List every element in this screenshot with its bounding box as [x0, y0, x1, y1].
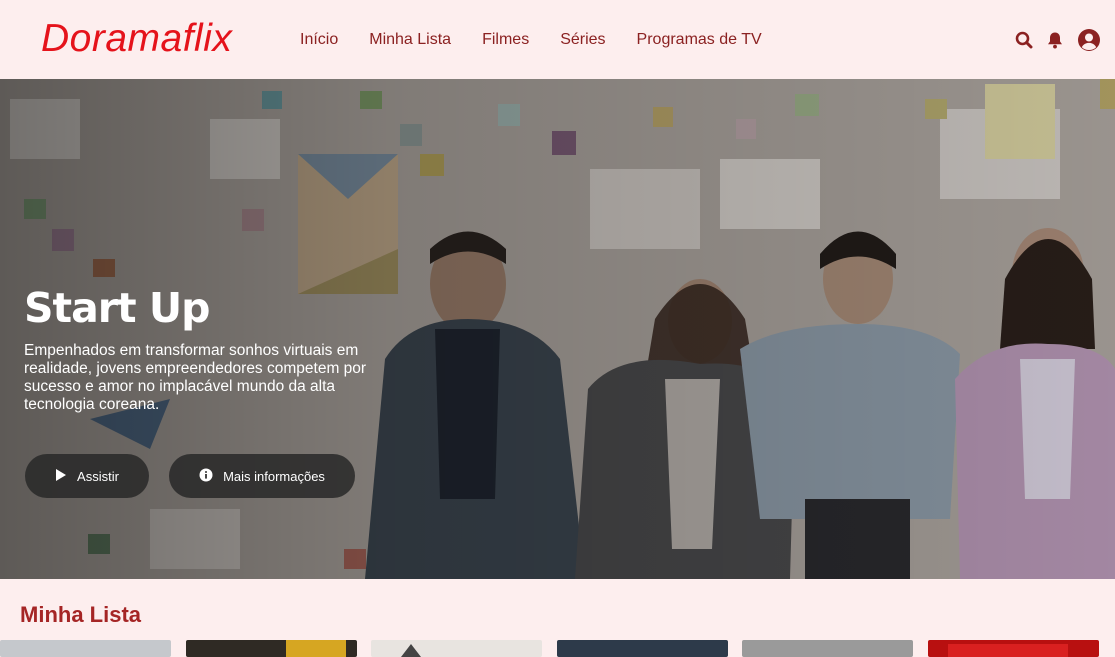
more-info-button[interactable]: Mais informações — [169, 454, 355, 498]
section-title-minha-lista: Minha Lista — [20, 602, 142, 627]
nav-inicio[interactable]: Início — [300, 30, 338, 50]
info-icon — [199, 468, 213, 485]
play-icon — [55, 468, 67, 485]
more-info-label: Mais informações — [223, 468, 325, 484]
hero-banner: Start Up Empenhados em transformar sonho… — [0, 79, 1115, 579]
hero-description: Empenhados em transformar sonhos virtuai… — [24, 342, 367, 413]
minha-lista-row — [0, 640, 1115, 657]
nav-programas-tv[interactable]: Programas de TV — [637, 30, 762, 50]
nav-filmes[interactable]: Filmes — [482, 30, 529, 50]
user-icon[interactable] — [1077, 28, 1101, 57]
main-nav: Início Minha Lista Filmes Séries Program… — [300, 30, 762, 50]
list-item[interactable] — [557, 640, 728, 657]
hero-title: Start Up — [24, 284, 211, 332]
logo[interactable]: Doramaflix — [41, 17, 232, 61]
header-icons — [1015, 28, 1101, 57]
nav-minha-lista[interactable]: Minha Lista — [369, 30, 451, 50]
list-item[interactable] — [742, 640, 913, 657]
list-item[interactable] — [928, 640, 1099, 657]
list-item[interactable] — [0, 640, 171, 657]
list-item[interactable] — [371, 640, 542, 657]
play-button[interactable]: Assistir — [25, 454, 149, 498]
play-button-label: Assistir — [77, 468, 119, 484]
list-item[interactable] — [186, 640, 357, 657]
bell-icon[interactable] — [1047, 31, 1063, 54]
header: Doramaflix Início Minha Lista Filmes Sér… — [0, 0, 1115, 79]
nav-series[interactable]: Séries — [560, 30, 605, 50]
search-icon[interactable] — [1015, 31, 1033, 54]
